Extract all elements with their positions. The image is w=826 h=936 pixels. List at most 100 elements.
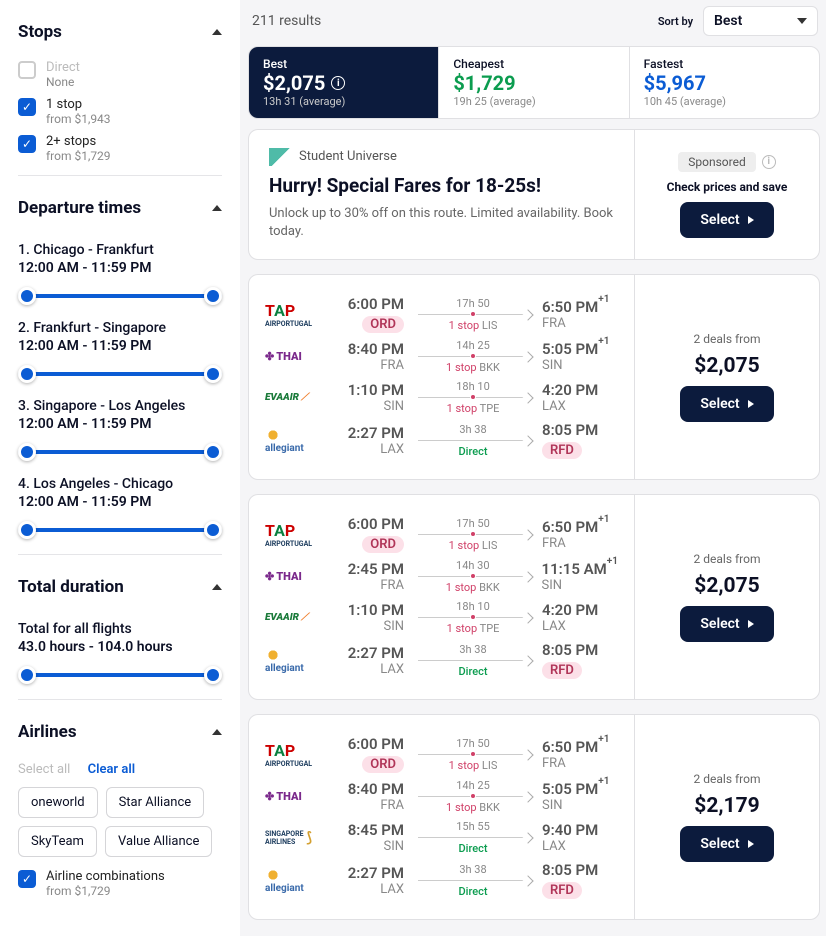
duration-header[interactable]: Total duration [18,567,222,607]
route-line: 3h 38 Direct [412,863,534,898]
select-button[interactable]: Select [680,826,773,862]
departure-block: 2:27 PM LAX [328,424,404,457]
flight-result-card[interactable]: TAPAIRPORTUGAL 6:00 PM ORD 17h 50 1 stop… [248,714,820,920]
departure-header[interactable]: Departure times [18,188,222,228]
arrival-block: 11:15 AM+1 SIN [542,560,618,593]
divider [18,554,222,555]
arrival-block: 6:50 PM+1 FRA [542,738,618,771]
route-line: 3h 38 Direct [412,423,534,458]
eva-logo: EVAAIR⟋ [265,392,320,403]
tap-logo: TAPAIRPORTUGAL [265,301,320,328]
arrival-block: 4:20 PM LAX [542,381,618,414]
tab-fastest[interactable]: Fastest $5,967 10h 45 (average) [630,47,819,118]
allegiant-logo: allegiant [265,647,320,674]
departure-block: 6:00 PM ORD [328,735,404,773]
flight-leg: TAPAIRPORTUGAL 6:00 PM ORD 17h 50 1 stop… [265,295,618,333]
promo-cta-text: Check prices and save [667,180,788,194]
stops-label: 2+ stops [46,134,111,149]
dep-slider-2[interactable] [18,442,222,462]
departure-block: 1:10 PM SIN [328,381,404,414]
chevron-up-icon [212,205,222,211]
stops-sublabel: from $1,943 [46,112,111,126]
duration-slider[interactable] [18,665,222,685]
route-line: 17h 50 1 stop LIS [412,297,534,332]
chevron-up-icon [212,29,222,35]
stops-sublabel: from $1,729 [46,149,111,163]
departure-block: 8:40 PM FRA [328,780,404,813]
deals-text: 2 deals from [694,552,761,566]
select-button[interactable]: Select [680,386,773,422]
airlines-header[interactable]: Airlines [18,712,222,752]
dep-slider-1[interactable] [18,364,222,384]
stops-header[interactable]: Stops [18,12,222,52]
deals-text: 2 deals from [694,332,761,346]
route-line: 17h 50 1 stop LIS [412,737,534,772]
flight-result-card[interactable]: TAPAIRPORTUGAL 6:00 PM ORD 17h 50 1 stop… [248,274,820,480]
promo-card: Student Universe Hurry! Special Fares fo… [248,129,820,260]
route-line: 14h 25 1 stop BKK [412,339,534,374]
flight-leg: SINGAPOREAIRLINES⟆ 8:45 PM SIN 15h 55 Di… [265,820,618,855]
arrival-block: 6:50 PM+1 FRA [542,518,618,551]
flight-leg: allegiant 2:27 PM LAX 3h 38 Direct 8:05 … [265,421,618,459]
departure-block: 6:00 PM ORD [328,295,404,333]
route-line: 14h 25 1 stop BKK [412,779,534,814]
arrival-block: 8:05 PM RFD [542,641,618,679]
clear-all-link[interactable]: Clear all [88,762,136,777]
route-line: 14h 30 1 stop BKK [412,559,534,594]
departure-block: 2:27 PM LAX [328,864,404,897]
divider [18,175,222,176]
singapore-airlines-logo: SINGAPOREAIRLINES⟆ [265,830,320,846]
alliance-chip[interactable]: SkyTeam [18,826,97,857]
route-line: 15h 55 Direct [412,820,534,855]
stops-label: 1 stop [46,97,111,112]
departure-block: 2:45 PM FRA [328,560,404,593]
info-icon[interactable]: i [331,76,345,90]
departure-block: 8:40 PM FRA [328,340,404,373]
route-line: 18h 10 1 stop TPE [412,380,534,415]
duration-label: Total for all flights [18,621,222,637]
stops-checkbox-2[interactable]: ✓ [18,135,36,153]
dep-leg-range: 12:00 AM - 11:59 PM [18,494,222,510]
tab-best[interactable]: Best $2,075i 13h 31 (average) [249,47,439,118]
info-icon[interactable]: i [762,155,776,169]
deals-text: 2 deals from [694,772,761,786]
alliance-chip[interactable]: Star Alliance [106,787,205,818]
allegiant-logo: allegiant [265,427,320,454]
flight-leg: EVAAIR⟋ 1:10 PM SIN 18h 10 1 stop TPE 4:… [265,380,618,415]
tab-cheapest[interactable]: Cheapest $1,729 19h 25 (average) [439,47,629,118]
flight-leg: TAPAIRPORTUGAL 6:00 PM ORD 17h 50 1 stop… [265,735,618,773]
student-universe-logo: Student Universe [269,148,614,166]
departure-block: 6:00 PM ORD [328,515,404,553]
arrival-block: 4:20 PM LAX [542,601,618,634]
stops-label: Direct [46,60,80,75]
airline-combo-label: Airline combinations [46,869,165,884]
stops-checkbox-1[interactable]: ✓ [18,98,36,116]
flight-leg: EVAAIR⟋ 1:10 PM SIN 18h 10 1 stop TPE 4:… [265,600,618,635]
dep-leg-range: 12:00 AM - 11:59 PM [18,416,222,432]
chevron-up-icon [212,729,222,735]
eva-logo: EVAAIR⟋ [265,612,320,623]
promo-select-button[interactable]: Select [680,202,773,238]
select-button[interactable]: Select [680,606,773,642]
arrow-right-icon [748,400,754,408]
airlines-title: Airlines [18,722,77,742]
alliance-chip[interactable]: oneworld [18,787,98,818]
price: $2,179 [694,794,759,818]
arrow-right-icon [748,620,754,628]
duration-title: Total duration [18,577,124,597]
sun-icon [265,647,281,663]
flight-result-card[interactable]: TAPAIRPORTUGAL 6:00 PM ORD 17h 50 1 stop… [248,494,820,700]
departure-block: 8:45 PM SIN [328,821,404,854]
dep-slider-3[interactable] [18,520,222,540]
dep-slider-0[interactable] [18,286,222,306]
price: $2,075 [694,574,759,598]
thai-logo: ✤THAI [265,790,320,803]
divider [18,699,222,700]
dep-leg-title: 2. Frankfurt - Singapore [18,320,222,336]
sort-select[interactable]: Best [703,6,818,36]
airline-combo-checkbox[interactable]: ✓ [18,870,36,888]
results-main: 211 results Sort by Best Best $2,075i 13… [240,0,826,936]
alliance-chip[interactable]: Value Alliance [105,826,212,857]
select-all-link: Select all [18,762,70,777]
dep-leg-range: 12:00 AM - 11:59 PM [18,260,222,276]
